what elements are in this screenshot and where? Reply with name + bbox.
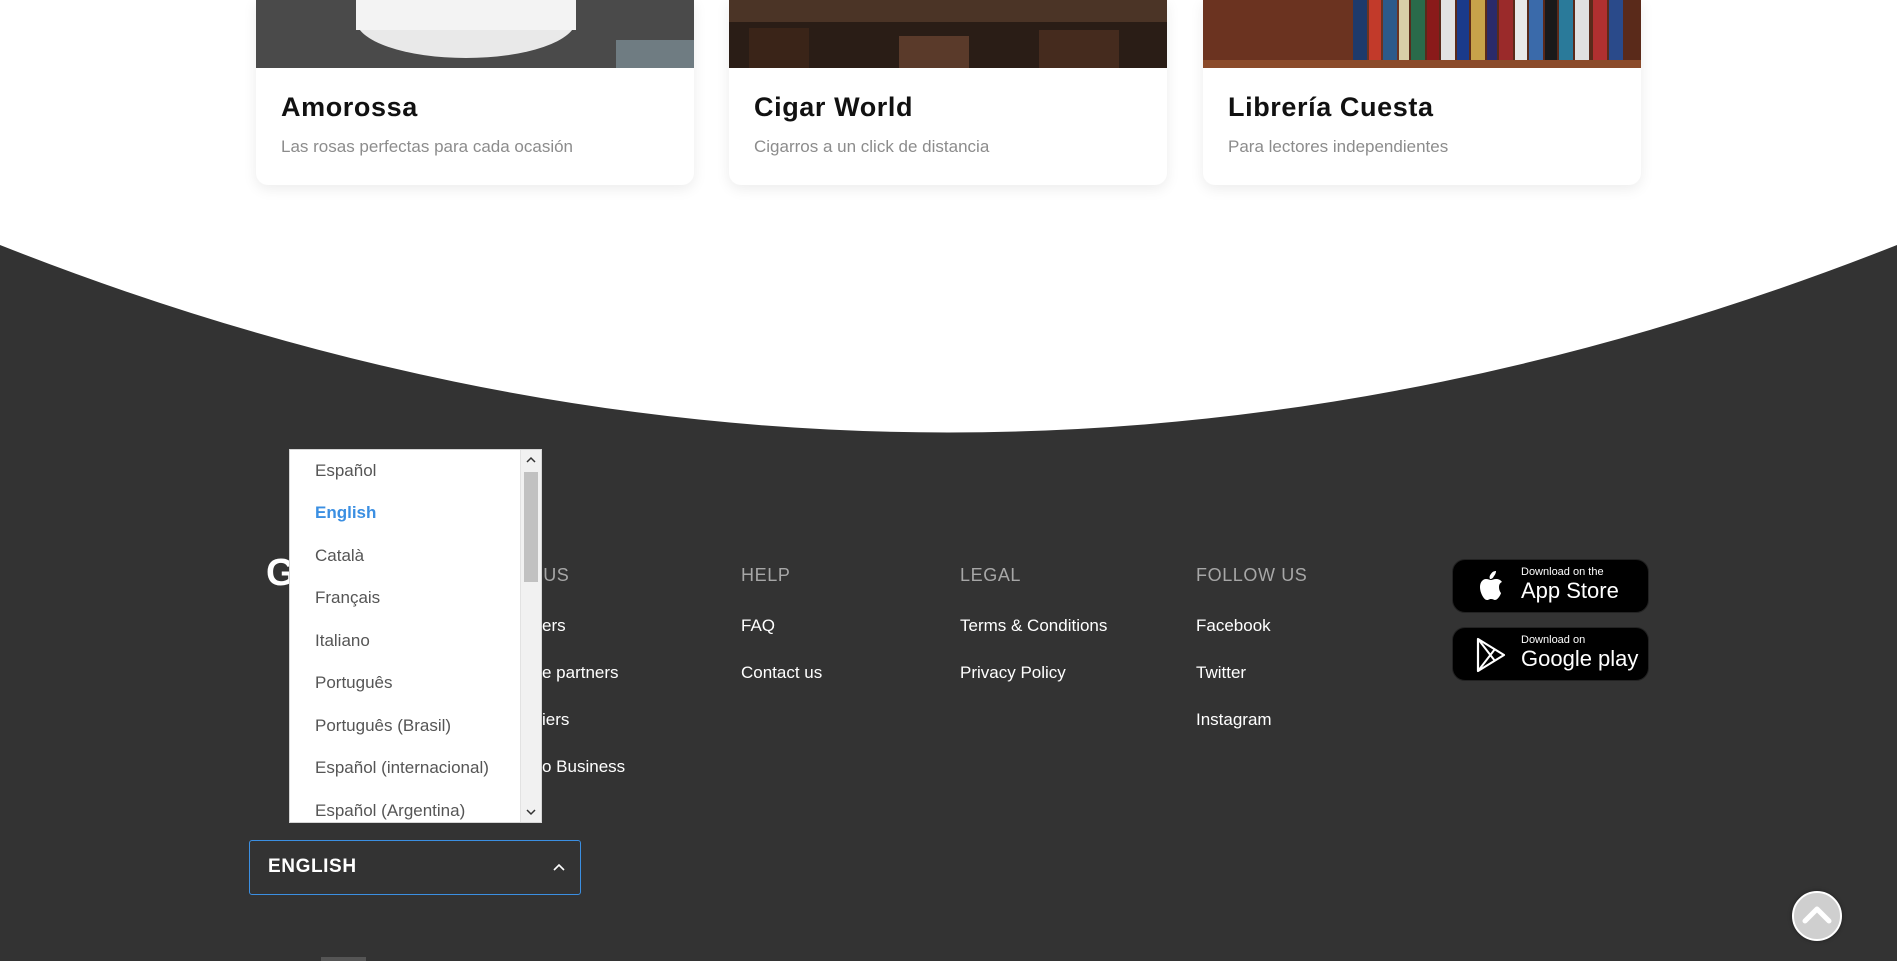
chevron-up-icon — [553, 863, 565, 871]
scroll-to-top-button[interactable] — [1792, 891, 1842, 941]
language-option-espanol-internacional[interactable]: Español (internacional) — [315, 758, 495, 778]
footer-link-privacy[interactable]: Privacy Policy — [960, 663, 1066, 683]
google-play-button[interactable]: Download on Google play — [1452, 627, 1649, 681]
google-play-small-label: Download on — [1521, 634, 1586, 646]
language-option-portugues[interactable]: Português — [315, 673, 495, 693]
language-option-espanol[interactable]: Español — [315, 461, 495, 481]
dropdown-scrollbar[interactable] — [520, 450, 541, 822]
google-play-icon — [1476, 637, 1506, 673]
language-option-italiano[interactable]: Italiano — [315, 631, 495, 651]
footer-link-couriers[interactable]: iers — [542, 710, 569, 730]
app-store-button[interactable]: Download on the App Store — [1452, 559, 1649, 613]
language-option-francais[interactable]: Français — [315, 588, 495, 608]
chevron-up-icon — [1802, 906, 1832, 924]
store-card-cigar-world[interactable]: Cigar World Cigarros a un click de dista… — [729, 0, 1167, 185]
language-option-portugues-brasil[interactable]: Português (Brasil) — [315, 716, 495, 736]
footer-link-business[interactable]: o Business — [542, 757, 625, 777]
store-card-amorossa[interactable]: Amorossa Las rosas perfectas para cada o… — [256, 0, 694, 185]
footer-link-faq[interactable]: FAQ — [741, 616, 775, 636]
scroll-thumb[interactable] — [524, 472, 538, 582]
card-image — [256, 0, 694, 68]
language-option-espanol-argentina[interactable]: Español (Argentina) — [315, 801, 495, 821]
store-card-libreria-cuesta[interactable]: Librería Cuesta Para lectores independie… — [1203, 0, 1641, 185]
follow-heading: FOLLOW US — [1196, 565, 1308, 585]
help-heading: HELP — [741, 565, 791, 585]
language-option-catala[interactable]: Català — [315, 546, 495, 566]
scroll-down-arrow-icon[interactable] — [525, 806, 537, 818]
footer-link-twitter[interactable]: Twitter — [1196, 663, 1246, 683]
language-select[interactable]: ENGLISH — [249, 840, 581, 895]
footer-link-partners[interactable]: e partners — [542, 663, 619, 683]
language-dropdown[interactable]: Español English Català Français Italiano… — [289, 449, 542, 823]
bottom-divider — [321, 957, 366, 961]
footer-link-facebook[interactable]: Facebook — [1196, 616, 1271, 636]
card-title: Amorossa — [281, 92, 418, 122]
language-option-english[interactable]: English — [315, 503, 495, 523]
google-play-label: Google play — [1521, 646, 1639, 671]
app-store-small-label: Download on the — [1521, 566, 1604, 578]
card-subtitle: Cigarros a un click de distancia — [754, 137, 990, 156]
card-subtitle: Las rosas perfectas para cada ocasión — [281, 137, 574, 156]
card-image — [729, 0, 1167, 68]
card-title: Cigar World — [754, 92, 914, 122]
card-title: Librería Cuesta — [1228, 92, 1434, 122]
apple-icon — [1480, 571, 1502, 600]
language-select-value: ENGLISH — [268, 856, 357, 877]
card-subtitle: Para lectores independientes — [1228, 137, 1449, 156]
legal-heading: LEGAL — [960, 565, 1022, 585]
scroll-up-arrow-icon[interactable] — [525, 454, 537, 466]
footer-link-instagram[interactable]: Instagram — [1196, 710, 1272, 730]
footer-link-terms[interactable]: Terms & Conditions — [960, 616, 1107, 636]
app-store-label: App Store — [1521, 578, 1619, 603]
card-image — [1203, 0, 1641, 68]
footer-link-careers[interactable]: ers — [542, 616, 566, 636]
footer-link-contact[interactable]: Contact us — [741, 663, 822, 683]
